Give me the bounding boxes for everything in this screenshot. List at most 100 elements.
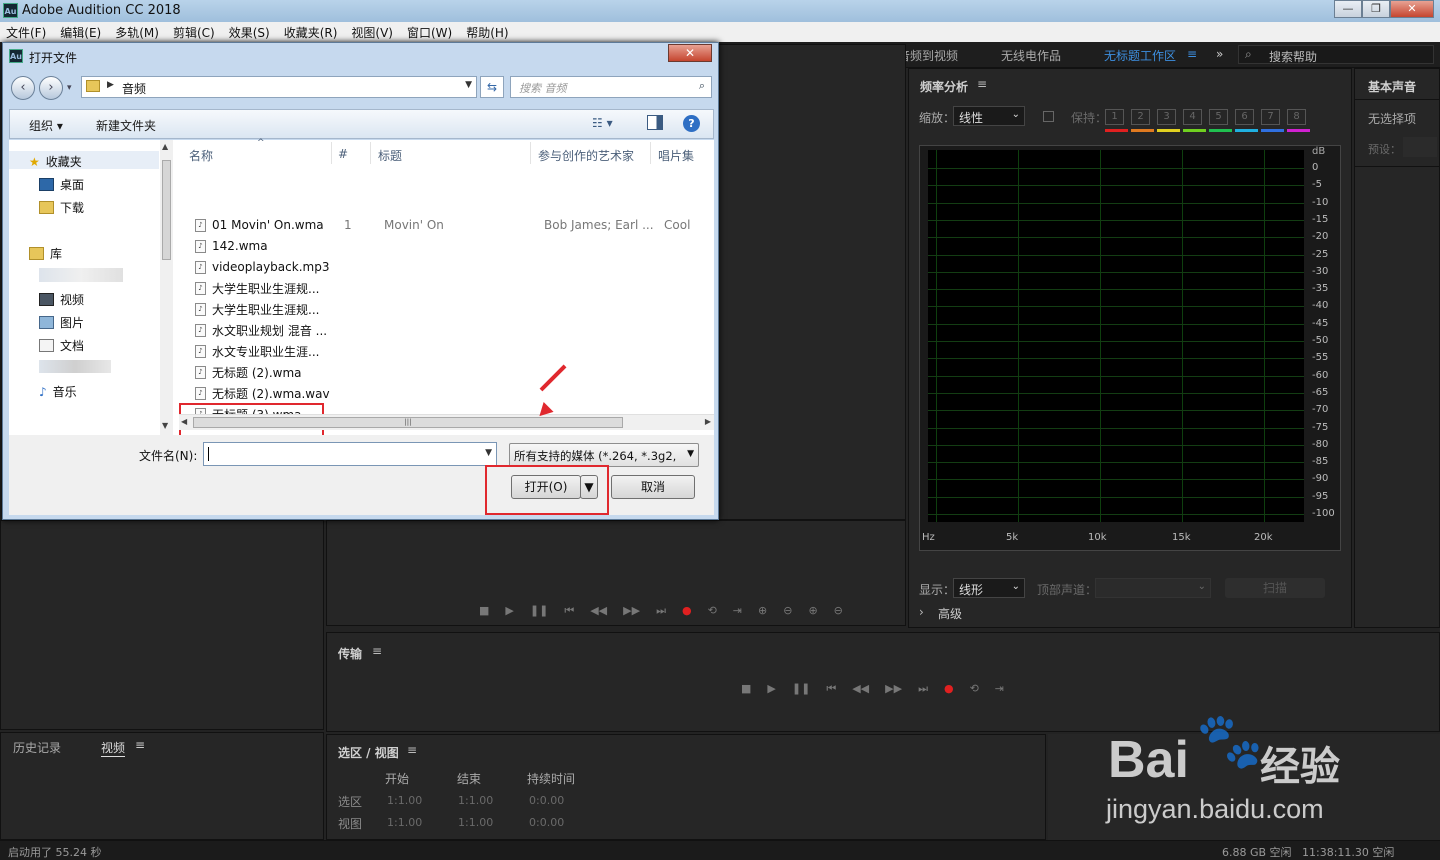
forward-button[interactable]: ›	[39, 76, 63, 100]
preview-pane-icon[interactable]	[647, 115, 663, 130]
hold-8-button[interactable]: 8	[1287, 109, 1306, 125]
help-icon[interactable]: ?	[683, 115, 700, 132]
help-search-field[interactable]: ⌕ 搜索帮助	[1238, 45, 1434, 64]
file-row[interactable]: ♪ 142.wma	[195, 236, 268, 256]
col-title[interactable]: 标题	[378, 147, 402, 164]
file-row[interactable]: ♪ 01 Movin' On.wma	[195, 215, 324, 235]
tab-history[interactable]: 历史记录	[13, 739, 61, 756]
col-album[interactable]: 唱片集	[658, 147, 694, 164]
sel-duration-value[interactable]: 0:0.00	[529, 794, 564, 807]
nav-favorites[interactable]: ★ 收藏夹	[29, 153, 82, 170]
rewind-icon[interactable]: ◀◀	[852, 682, 869, 695]
organize-button[interactable]: 组织 ▾	[29, 117, 63, 134]
close-window-button[interactable]: ✕	[1390, 0, 1434, 18]
skip-icon[interactable]: ⇥	[995, 682, 1004, 695]
go-end-icon[interactable]: ⏭	[656, 604, 666, 618]
scroll-thumb[interactable]	[162, 160, 171, 260]
sel-end-value[interactable]: 1:1.00	[458, 794, 493, 807]
menu-help[interactable]: 帮助(H)	[466, 24, 508, 41]
file-row[interactable]: ♪ videoplayback.mp3	[195, 257, 329, 277]
hold-4-button[interactable]: 4	[1183, 109, 1202, 125]
hold-5-button[interactable]: 5	[1209, 109, 1228, 125]
file-row[interactable]: ♪ 无标题 (2).wma	[195, 362, 302, 382]
nav-downloads[interactable]: 下载	[39, 199, 84, 216]
panel-menu-icon[interactable]: ≡	[407, 743, 417, 757]
scroll-right-icon[interactable]: ▶	[705, 417, 711, 426]
workspace-menu-icon[interactable]: ≡	[1187, 47, 1197, 61]
fast-forward-icon[interactable]: ▶▶	[623, 604, 640, 617]
hold-1-button[interactable]: 1	[1105, 109, 1124, 125]
file-row[interactable]: ♪ 无标题 (2).wma.wav	[195, 383, 330, 403]
record-icon[interactable]: ●	[944, 682, 954, 695]
view-end-value[interactable]: 1:1.00	[458, 816, 493, 829]
maximize-button[interactable]: ❐	[1362, 0, 1390, 18]
nav-pictures[interactable]: 图片	[39, 314, 84, 331]
filetype-select[interactable]: 所有支持的媒体 (*.264, *.3g2, ▼	[509, 443, 699, 467]
play-icon[interactable]: ▶	[767, 682, 775, 695]
scroll-thumb[interactable]: |||	[193, 417, 623, 428]
zoom-in-amp-icon[interactable]: ⊕	[758, 604, 767, 617]
advanced-toggle[interactable]: 高级	[938, 605, 962, 622]
recent-dropdown-icon[interactable]: ▾	[67, 83, 72, 93]
cancel-button[interactable]: 取消	[611, 475, 695, 499]
play-icon[interactable]: ▶	[505, 604, 513, 617]
tab-video[interactable]: 视频	[101, 739, 126, 757]
zoom-select[interactable]: 线性 ⌄	[953, 106, 1025, 126]
file-row[interactable]: ♪ 水文职业规划 混音 ...	[195, 320, 327, 340]
view-start-value[interactable]: 1:1.00	[387, 816, 422, 829]
menu-favorites[interactable]: 收藏夹(R)	[284, 24, 338, 41]
col-number[interactable]: #	[338, 147, 348, 161]
back-button[interactable]: ‹	[11, 76, 35, 100]
folder-search-input[interactable]: 搜索 音频 ⌕	[510, 76, 712, 98]
menu-file[interactable]: 文件(F)	[6, 24, 46, 41]
minimize-button[interactable]: —	[1334, 0, 1362, 18]
pause-icon[interactable]: ❚❚	[530, 604, 548, 617]
go-start-icon[interactable]: ⏮	[564, 604, 574, 618]
nav-music[interactable]: ♪ 音乐	[39, 383, 77, 400]
sel-start-value[interactable]: 1:1.00	[387, 794, 422, 807]
filename-input[interactable]: ▼	[203, 442, 497, 466]
view-duration-value[interactable]: 0:0.00	[529, 816, 564, 829]
new-folder-button[interactable]: 新建文件夹	[96, 117, 156, 134]
chevron-down-icon[interactable]: ▼	[465, 80, 472, 90]
file-row[interactable]: ♪ 大学生职业生涯规...	[195, 278, 319, 298]
loop-icon[interactable]: ⟲	[970, 682, 979, 695]
nav-documents[interactable]: 文档	[39, 337, 84, 354]
scroll-up-icon[interactable]: ▲	[162, 142, 168, 151]
pause-icon[interactable]: ❚❚	[792, 682, 810, 695]
more-workspaces-icon[interactable]: »	[1216, 47, 1223, 61]
go-start-icon[interactable]: ⏮	[826, 682, 836, 696]
address-bar[interactable]: ▶ 音频 ▼	[81, 76, 477, 98]
hold-7-button[interactable]: 7	[1261, 109, 1280, 125]
menu-edit[interactable]: 编辑(E)	[60, 24, 101, 41]
hold-3-button[interactable]: 3	[1157, 109, 1176, 125]
rewind-icon[interactable]: ◀◀	[590, 604, 607, 617]
panel-menu-icon[interactable]: ≡	[135, 738, 145, 752]
scroll-down-icon[interactable]: ▼	[162, 421, 168, 430]
nav-videos[interactable]: 视频	[39, 291, 84, 308]
breadcrumb[interactable]: 音频	[122, 80, 146, 97]
menu-window[interactable]: 窗口(W)	[407, 24, 452, 41]
panel-menu-icon[interactable]: ≡	[372, 644, 382, 658]
stop-icon[interactable]: ■	[741, 682, 751, 695]
zoom-in-time-icon[interactable]: ⊕	[808, 604, 817, 617]
hold-2-button[interactable]: 2	[1131, 109, 1150, 125]
file-row[interactable]: ♪ 大学生职业生涯规...	[195, 299, 319, 319]
workspace-untitled[interactable]: 无标题工作区	[1104, 47, 1176, 64]
view-options-icon[interactable]: ☷ ▾	[592, 116, 613, 130]
hold-checkbox[interactable]	[1043, 111, 1054, 122]
top-channel-select[interactable]: ⌄	[1095, 578, 1211, 598]
zoom-out-time-icon[interactable]: ⊖	[834, 604, 843, 617]
loop-icon[interactable]: ⟲	[708, 604, 717, 617]
scan-button[interactable]: 扫描	[1225, 578, 1325, 598]
menu-effects[interactable]: 效果(S)	[229, 24, 270, 41]
menu-view[interactable]: 视图(V)	[351, 24, 393, 41]
scroll-left-icon[interactable]: ◀	[181, 417, 187, 426]
nav-scrollbar[interactable]: ▲ ▼	[160, 140, 173, 435]
fast-forward-icon[interactable]: ▶▶	[885, 682, 902, 695]
file-row[interactable]: ♪ 水文专业职业生涯...	[195, 341, 319, 361]
panel-menu-icon[interactable]: ≡	[977, 77, 987, 91]
col-name[interactable]: 名称	[189, 147, 213, 164]
go-end-icon[interactable]: ⏭	[918, 682, 928, 696]
nav-library[interactable]: 库	[29, 245, 62, 262]
